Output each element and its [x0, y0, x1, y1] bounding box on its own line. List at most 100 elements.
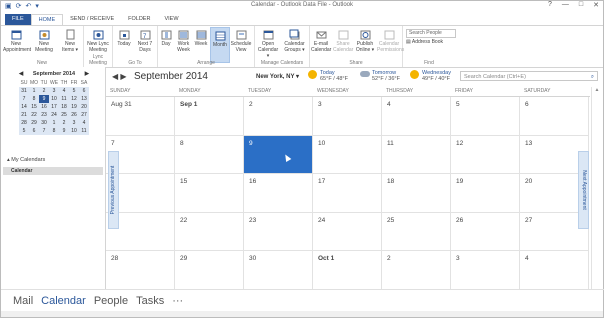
day-cell[interactable]: 5 [451, 97, 520, 136]
mini-calendar-day[interactable]: 25 [59, 111, 69, 119]
calendar-scrollbar[interactable]: ▲ [591, 87, 602, 289]
mini-calendar-day[interactable]: 5 [69, 87, 79, 95]
mini-calendar-day[interactable]: 6 [29, 127, 39, 135]
mini-calendar-day[interactable]: 11 [79, 127, 89, 135]
mini-calendar-day[interactable]: 30 [39, 119, 49, 127]
mini-calendar-day[interactable]: 20 [79, 103, 89, 111]
week-view-button[interactable]: Week [193, 29, 209, 47]
tab-home[interactable]: HOME [30, 13, 64, 26]
calendar-groups-button[interactable]: Calendar Groups ▾ [282, 29, 307, 53]
tab-send-receive[interactable]: SEND / RECEIVE [63, 14, 121, 25]
mini-calendar-day[interactable]: 27 [79, 111, 89, 119]
tab-view[interactable]: VIEW [157, 14, 185, 25]
month-nav-arrows[interactable]: ◀ ▶ [112, 72, 127, 81]
share-calendar-button[interactable]: Share Calendar [333, 29, 353, 53]
mini-calendar-day[interactable]: 2 [59, 119, 69, 127]
schedule-view-button[interactable]: Schedule View [230, 29, 252, 53]
mini-calendar-day[interactable]: 21 [19, 111, 29, 119]
day-cell[interactable]: Sep 1 [175, 97, 244, 136]
mini-calendar-day[interactable]: 9 [39, 95, 49, 103]
mini-calendar-day[interactable]: 16 [39, 103, 49, 111]
mini-calendar-day[interactable]: 7 [19, 95, 29, 103]
maximize-button[interactable]: □ [579, 1, 583, 9]
day-cell[interactable]: 6 [520, 97, 589, 136]
nav-mail[interactable]: Mail [13, 295, 33, 307]
day-cell[interactable]: 28 [106, 251, 175, 290]
day-cell[interactable]: 12 [451, 135, 520, 174]
mini-calendar-day[interactable]: 18 [59, 103, 69, 111]
day-cell[interactable]: 8 [175, 135, 244, 174]
next-7-days-button[interactable]: 7 Next 7 Days [135, 29, 155, 53]
my-calendars-header[interactable]: ▴ My Calendars [7, 157, 45, 163]
mini-calendar-day[interactable]: 17 [49, 103, 59, 111]
day-cell[interactable]: 18 [382, 174, 451, 213]
day-cell[interactable]: 30 [244, 251, 313, 290]
day-cell[interactable]: 17 [313, 174, 382, 213]
mini-calendar-day[interactable]: 23 [39, 111, 49, 119]
day-cell[interactable]: Oct 1 [313, 251, 382, 290]
calendar-folder-item[interactable]: Calendar [3, 167, 103, 175]
nav-people[interactable]: People [94, 295, 128, 307]
new-items-button[interactable]: New Items ▾ [59, 29, 81, 53]
nav-calendar[interactable]: Calendar [41, 295, 86, 307]
scroll-up-icon[interactable]: ▲ [592, 87, 602, 93]
day-cell[interactable]: 24 [313, 212, 382, 251]
mini-calendar-day[interactable]: 8 [49, 127, 59, 135]
new-lync-meeting-button[interactable]: New Lync Meeting [85, 29, 111, 53]
mini-calendar-day[interactable]: 29 [29, 119, 39, 127]
mini-calendar-day[interactable]: 1 [29, 87, 39, 95]
new-meeting-button[interactable]: New Meeting [33, 29, 55, 53]
day-view-button[interactable]: Day [159, 29, 173, 47]
today-button[interactable]: Today [115, 29, 133, 47]
calendar-permissions-button[interactable]: Calendar Permissions [377, 29, 404, 53]
mini-calendar-day[interactable]: 19 [69, 103, 79, 111]
day-cell[interactable]: 3 [313, 97, 382, 136]
mini-calendar-day[interactable]: 11 [59, 95, 69, 103]
mini-calendar-day[interactable]: 12 [69, 95, 79, 103]
search-people-input[interactable]: Search People [406, 29, 456, 38]
tab-folder[interactable]: FOLDER [121, 14, 157, 25]
address-book-button[interactable]: ▤ Address Book [406, 39, 443, 45]
close-button[interactable]: ✕ [593, 1, 599, 9]
day-cell[interactable]: 4 [382, 97, 451, 136]
mini-calendar-day[interactable]: 6 [79, 87, 89, 95]
mini-calendar-day[interactable]: 3 [69, 119, 79, 127]
mini-calendar-day[interactable]: 5 [19, 127, 29, 135]
mini-calendar-day[interactable]: 7 [39, 127, 49, 135]
next-appointment-tab[interactable]: Next Appointment [578, 151, 589, 229]
day-cell[interactable]: 11 [382, 135, 451, 174]
day-cell-selected[interactable]: 9 [244, 135, 313, 174]
day-cell[interactable]: Aug 31 [106, 97, 175, 136]
mini-calendar-day[interactable]: 1 [49, 119, 59, 127]
day-cell[interactable]: 2 [382, 251, 451, 290]
day-cell[interactable]: 4 [520, 251, 589, 290]
mini-calendar-day[interactable]: 24 [49, 111, 59, 119]
nav-tasks[interactable]: Tasks [136, 295, 164, 307]
mini-calendar-day[interactable]: 22 [29, 111, 39, 119]
mini-calendar-day[interactable]: 14 [19, 103, 29, 111]
day-cell[interactable]: 29 [175, 251, 244, 290]
day-cell[interactable]: 19 [451, 174, 520, 213]
weather-location[interactable]: New York, NY ▾ [256, 73, 299, 80]
mini-calendar-day[interactable]: 4 [79, 119, 89, 127]
search-icon[interactable]: ⌕ [591, 72, 594, 82]
publish-online-button[interactable]: Publish Online ▾ [355, 29, 375, 53]
month-view-button[interactable]: Month [210, 27, 230, 63]
day-cell[interactable]: 23 [244, 212, 313, 251]
new-appointment-button[interactable]: New Appointment [3, 29, 31, 53]
day-cell[interactable]: 16 [244, 174, 313, 213]
mini-calendar-next-icon[interactable]: ▶ [85, 71, 89, 79]
previous-appointment-tab[interactable]: Previous Appointment [108, 151, 119, 229]
mini-calendar-day[interactable]: 9 [59, 127, 69, 135]
mini-calendar-day[interactable]: 15 [29, 103, 39, 111]
mini-calendar-day[interactable]: 4 [59, 87, 69, 95]
day-cell[interactable]: 2 [244, 97, 313, 136]
day-cell[interactable]: 26 [451, 212, 520, 251]
email-calendar-button[interactable]: E-mail Calendar [311, 29, 331, 53]
mini-calendar-day[interactable]: 8 [29, 95, 39, 103]
work-week-button[interactable]: Work Week [175, 29, 192, 53]
day-cell[interactable]: 10 [313, 135, 382, 174]
nav-more-icon[interactable]: ··· [172, 295, 183, 307]
mini-calendar-day[interactable]: 10 [69, 127, 79, 135]
mini-calendar-day[interactable]: 10 [49, 95, 59, 103]
